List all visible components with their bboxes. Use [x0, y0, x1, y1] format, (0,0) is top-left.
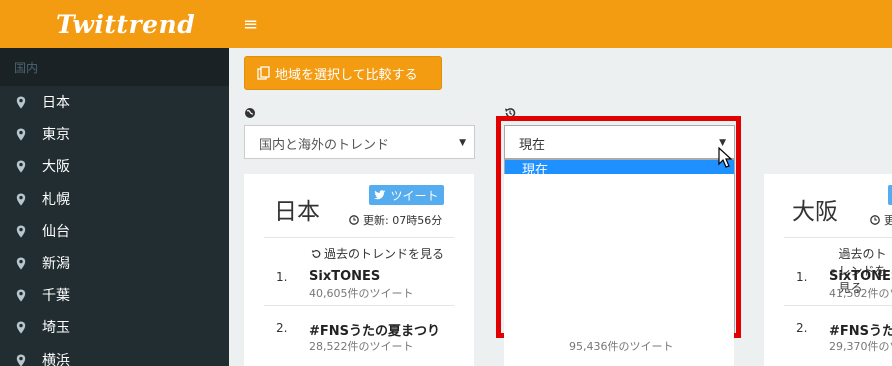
logo-bar: Twittrend	[0, 0, 229, 48]
caret-down-icon: ▼	[459, 138, 466, 148]
sidebar-item[interactable]: 横浜	[0, 344, 229, 366]
map-marker-icon	[16, 160, 26, 173]
trend-card-japan: 日本 ツイート 更新: 07時56分 過去のトレンドを見る 1. SixTONE…	[244, 174, 474, 366]
map-marker-icon	[16, 257, 26, 270]
updated-time: 更	[870, 212, 892, 228]
trend-tweet-count: 40,605件のツイート	[309, 287, 414, 300]
map-marker-icon	[16, 321, 26, 334]
history-icon	[505, 108, 516, 118]
sidebar-item-label: 仙台	[42, 223, 70, 240]
compare-regions-button[interactable]: 地域を選択して比較する	[244, 56, 442, 90]
trend-name-link[interactable]: SixTONES	[309, 269, 380, 284]
sidebar-item-label: 新潟	[42, 256, 70, 273]
history-icon	[311, 249, 321, 258]
sidebar-item-label: 横浜	[42, 352, 70, 366]
tweet-button[interactable]: ツイート	[369, 185, 444, 205]
trend-rank: 1.	[796, 270, 808, 284]
card-title: 日本	[274, 199, 320, 225]
sidebar-item-label: 日本	[42, 95, 70, 112]
updated-time-text: 更新: 07時56分	[363, 214, 443, 227]
sidebar-item-label: 札幌	[42, 191, 70, 208]
clock-icon	[349, 215, 359, 225]
card-title: 大阪	[792, 199, 838, 225]
top-bar: ≡	[229, 0, 892, 48]
sidebar-item[interactable]: 東京	[0, 118, 229, 150]
sidebar-item-label: 埼玉	[42, 320, 70, 337]
divider	[784, 237, 892, 238]
sidebar: Twittrend 国内 日本東京大阪札幌仙台新潟千葉埼玉横浜	[0, 0, 229, 366]
trend-name-link[interactable]: #FNSうた	[829, 320, 892, 339]
clock-icon	[870, 215, 880, 225]
trend-tweet-count: 29,370件のツ	[829, 340, 892, 353]
trend-card-osaka: 大阪 更 過去のトレンドを見る 1. SixTONES 41,502件のツ 2.…	[764, 174, 892, 366]
updated-time: 更新: 07時56分	[349, 212, 442, 228]
divider	[264, 305, 454, 306]
trend-name-link[interactable]: SixTONES	[829, 269, 892, 284]
map-marker-icon	[16, 96, 26, 109]
sidebar-item[interactable]: 新潟	[0, 247, 229, 279]
trend-name-link[interactable]: #FNSうたの夏まつり	[309, 320, 440, 339]
divider	[784, 305, 892, 306]
trend-rank: 2.	[796, 321, 808, 335]
updated-time-text: 更	[884, 214, 892, 227]
trend-tweet-count: 41,502件のツ	[829, 287, 892, 300]
app-logo[interactable]: Twittrend	[56, 10, 195, 39]
region-select-value: 国内と海外のトレンド	[259, 138, 390, 153]
sidebar-item-label: 大阪	[42, 159, 70, 176]
time-select[interactable]: 現在 ▼	[504, 125, 735, 159]
compare-regions-label: 地域を選択して比較する	[275, 67, 418, 83]
map-marker-icon	[16, 225, 26, 238]
tweet-button-label: ツイート	[390, 188, 439, 203]
map-marker-icon	[16, 289, 26, 302]
menu-toggle-icon[interactable]: ≡	[243, 14, 258, 35]
divider	[264, 237, 454, 238]
map-marker-icon	[16, 128, 26, 141]
mouse-cursor-icon	[718, 147, 733, 168]
sidebar-item[interactable]: 埼玉	[0, 311, 229, 343]
map-marker-icon	[16, 193, 26, 206]
sidebar-item-label: 東京	[42, 127, 70, 144]
twitter-bird-icon	[374, 190, 386, 200]
sidebar-section-header: 国内	[0, 48, 229, 86]
sidebar-item-label: 千葉	[42, 288, 70, 305]
sidebar-nav: 日本東京大阪札幌仙台新潟千葉埼玉横浜	[0, 86, 229, 366]
sidebar-item[interactable]: 日本	[0, 86, 229, 118]
time-select-value: 現在	[519, 138, 546, 153]
trend-tweet-count: 28,522件のツイート	[309, 340, 414, 353]
map-marker-icon	[16, 354, 26, 366]
trend-tweet-count: 95,436件のツイート	[569, 340, 674, 353]
globe-icon	[245, 108, 255, 118]
sidebar-item[interactable]: 千葉	[0, 279, 229, 311]
trend-rank: 1.	[276, 270, 288, 284]
region-select[interactable]: 国内と海外のトレンド ▼	[244, 125, 475, 159]
sidebar-item[interactable]: 大阪	[0, 150, 229, 182]
past-trends-label: 過去のトレンドを見る	[324, 247, 445, 261]
past-trends-link[interactable]: 過去のトレンドを見る	[311, 245, 444, 262]
copy-icon	[257, 66, 271, 80]
trend-rank: 2.	[276, 321, 288, 335]
sidebar-item[interactable]: 仙台	[0, 215, 229, 247]
tweet-button[interactable]	[888, 185, 892, 205]
sidebar-item[interactable]: 札幌	[0, 183, 229, 215]
